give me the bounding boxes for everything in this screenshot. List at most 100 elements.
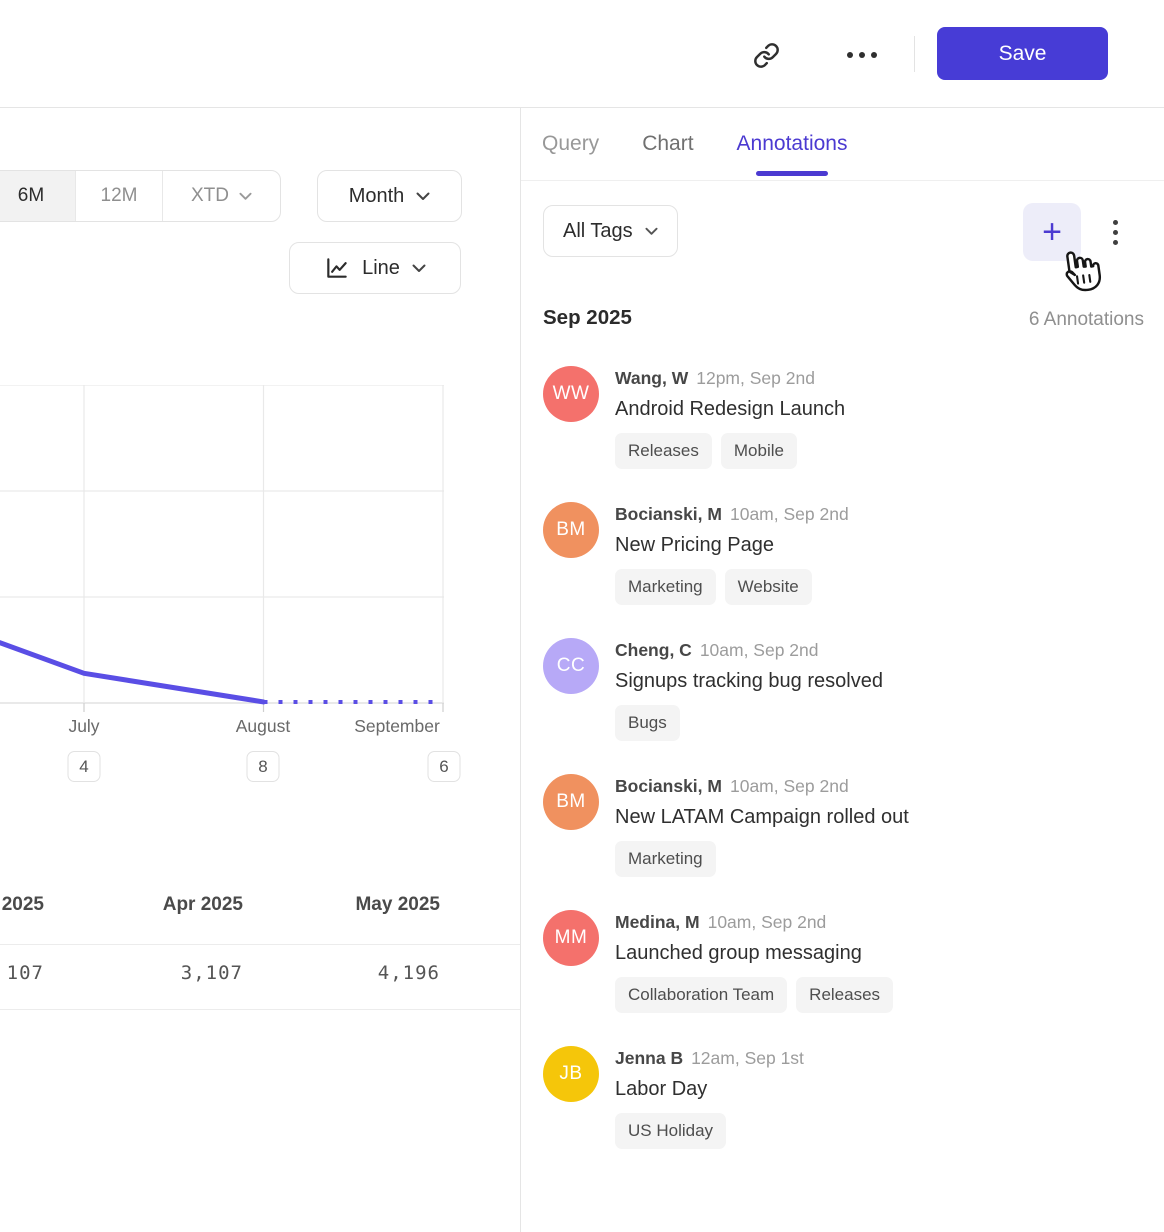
more-options-button[interactable] bbox=[842, 42, 882, 68]
table-cell-value: 4,196 bbox=[240, 962, 440, 984]
annotation-group-title: Sep 2025 bbox=[543, 306, 632, 330]
tag-pill[interactable]: Marketing bbox=[615, 569, 716, 605]
avatar: WW bbox=[543, 366, 599, 422]
annotation-timestamp: 10am, Sep 2nd bbox=[708, 912, 827, 932]
add-annotation-button[interactable]: + bbox=[1023, 203, 1081, 261]
annotation-content: Bocianski, M 10am, Sep 2nd New Pricing Pag… bbox=[615, 502, 849, 605]
range-option-12m[interactable]: 12M bbox=[75, 171, 162, 221]
annotation-item[interactable]: MM Medina, M 10am, Sep 2nd Launched group m… bbox=[543, 910, 1143, 1013]
chevron-down-icon bbox=[412, 264, 426, 273]
tag-pill[interactable]: Releases bbox=[796, 977, 893, 1013]
annotation-timestamp: 12pm, Sep 2nd bbox=[696, 368, 815, 388]
tab-query[interactable]: Query bbox=[542, 108, 599, 180]
ellipsis-icon bbox=[847, 52, 877, 58]
chart-type-dropdown[interactable]: Line bbox=[289, 242, 461, 294]
tab-annotations[interactable]: Annotations bbox=[737, 108, 848, 180]
annotation-author: Wang, W bbox=[615, 368, 688, 388]
annotations-menu-button[interactable] bbox=[1103, 210, 1127, 254]
annotation-header: Cheng, C10am, Sep 2nd bbox=[615, 639, 883, 662]
annotation-header: Medina, M 10am, Sep 2nd bbox=[615, 911, 893, 934]
annotation-tags: Marketing bbox=[615, 841, 909, 877]
chevron-down-icon bbox=[645, 227, 658, 236]
annotation-content: Bocianski, M 10am, Sep 2nd New LATAM Campa… bbox=[615, 774, 909, 877]
annotation-title: New LATAM Campaign rolled out bbox=[615, 802, 909, 832]
annotation-tags: ReleasesMobile bbox=[615, 433, 845, 469]
annotation-tags: Collaboration TeamReleases bbox=[615, 977, 893, 1013]
annotation-title: Android Redesign Launch bbox=[615, 394, 845, 424]
tag-pill[interactable]: Mobile bbox=[721, 433, 797, 469]
range-option-6m[interactable]: 6M bbox=[0, 171, 75, 221]
annotation-tags: MarketingWebsite bbox=[615, 569, 849, 605]
tag-pill[interactable]: Collaboration Team bbox=[615, 977, 787, 1013]
tag-pill[interactable]: Marketing bbox=[615, 841, 716, 877]
annotation-list: WW Wang, W 12pm, Sep 2nd Android Redesign L… bbox=[543, 366, 1143, 1149]
annotation-header: Bocianski, M 10am, Sep 2nd bbox=[615, 503, 849, 526]
chevron-down-icon bbox=[416, 192, 430, 201]
range-option-xtd[interactable]: XTD bbox=[162, 171, 280, 221]
x-axis-label: September bbox=[354, 716, 440, 737]
annotation-author: Bocianski, M bbox=[615, 776, 722, 796]
save-button[interactable]: Save bbox=[937, 27, 1108, 80]
copy-link-button[interactable] bbox=[746, 38, 786, 72]
table-column-header: 2025 bbox=[0, 894, 44, 916]
annotation-header: Bocianski, M 10am, Sep 2nd bbox=[615, 775, 909, 798]
annotation-content: Medina, M 10am, Sep 2nd Launched group mes… bbox=[615, 910, 893, 1013]
annotation-header: Wang, W 12pm, Sep 2nd bbox=[615, 367, 845, 390]
annotation-content: Wang, W 12pm, Sep 2nd Android Redesign Lau… bbox=[615, 366, 845, 469]
annotations-panel: Query Chart Annotations All Tags + Sep 202… bbox=[520, 108, 1164, 1232]
annotation-count-badge[interactable]: 8 bbox=[247, 751, 280, 782]
table-cell-value: 107 bbox=[0, 962, 44, 984]
annotation-item[interactable]: JB Jenna B12am, Sep 1st Labor Day US Holida… bbox=[543, 1046, 1143, 1149]
annotation-content: Jenna B12am, Sep 1st Labor Day US Holiday bbox=[615, 1046, 804, 1149]
range-option-label: 6M bbox=[18, 185, 44, 207]
annotation-count: 6 Annotations bbox=[1029, 309, 1144, 331]
tag-pill[interactable]: Bugs bbox=[615, 705, 680, 741]
table-column-header: Apr 2025 bbox=[43, 894, 243, 916]
range-option-label: XTD bbox=[191, 185, 229, 207]
granularity-label: Month bbox=[349, 185, 405, 208]
annotation-count-badge[interactable]: 4 bbox=[68, 751, 101, 782]
annotation-timestamp: 10am, Sep 2nd bbox=[730, 504, 849, 524]
annotation-author: Medina, M bbox=[615, 912, 700, 932]
tag-pill[interactable]: Website bbox=[725, 569, 812, 605]
annotation-header: Jenna B12am, Sep 1st bbox=[615, 1047, 804, 1070]
annotation-tags: Bugs bbox=[615, 705, 883, 741]
annotation-title: Signups tracking bug resolved bbox=[615, 666, 883, 696]
avatar: JB bbox=[543, 1046, 599, 1102]
tag-pill[interactable]: US Holiday bbox=[615, 1113, 726, 1149]
granularity-dropdown[interactable]: Month bbox=[317, 170, 462, 222]
chevron-down-icon bbox=[239, 192, 252, 201]
annotation-item[interactable]: BM Bocianski, M 10am, Sep 2nd New Pricing P… bbox=[543, 502, 1143, 605]
date-range-segmented-control: 6M 12M XTD bbox=[0, 170, 281, 222]
tab-bar: Query Chart Annotations bbox=[542, 108, 847, 180]
table-cell-value: 3,107 bbox=[43, 962, 243, 984]
range-option-label: 12M bbox=[101, 185, 138, 207]
annotation-title: New Pricing Page bbox=[615, 530, 849, 560]
avatar: CC bbox=[543, 638, 599, 694]
tag-filter-label: All Tags bbox=[563, 220, 633, 243]
link-icon bbox=[753, 42, 780, 69]
annotation-author: Jenna B bbox=[615, 1048, 683, 1068]
annotation-item[interactable]: BM Bocianski, M 10am, Sep 2nd New LATAM Cam… bbox=[543, 774, 1143, 877]
annotation-count-badge[interactable]: 6 bbox=[428, 751, 461, 782]
x-axis-label: July bbox=[68, 716, 99, 737]
annotation-title: Labor Day bbox=[615, 1074, 804, 1104]
avatar: BM bbox=[543, 502, 599, 558]
x-axis-label: August bbox=[236, 716, 290, 737]
annotation-author: Bocianski, M bbox=[615, 504, 722, 524]
annotation-timestamp: 10am, Sep 2nd bbox=[700, 640, 819, 660]
line-chart-icon bbox=[324, 255, 350, 281]
table-border bbox=[0, 944, 520, 945]
chart-type-label: Line bbox=[362, 257, 400, 280]
annotation-item[interactable]: WW Wang, W 12pm, Sep 2nd Android Redesign L… bbox=[543, 366, 1143, 469]
annotation-item[interactable]: CC Cheng, C10am, Sep 2nd Signups tracking … bbox=[543, 638, 1143, 741]
avatar: MM bbox=[543, 910, 599, 966]
tab-chart[interactable]: Chart bbox=[642, 108, 693, 180]
tag-filter-dropdown[interactable]: All Tags bbox=[543, 205, 678, 257]
annotation-title: Launched group messaging bbox=[615, 938, 893, 968]
tag-pill[interactable]: Releases bbox=[615, 433, 712, 469]
table-border bbox=[0, 1009, 520, 1010]
avatar: BM bbox=[543, 774, 599, 830]
annotation-timestamp: 10am, Sep 2nd bbox=[730, 776, 849, 796]
line-chart bbox=[0, 385, 452, 717]
